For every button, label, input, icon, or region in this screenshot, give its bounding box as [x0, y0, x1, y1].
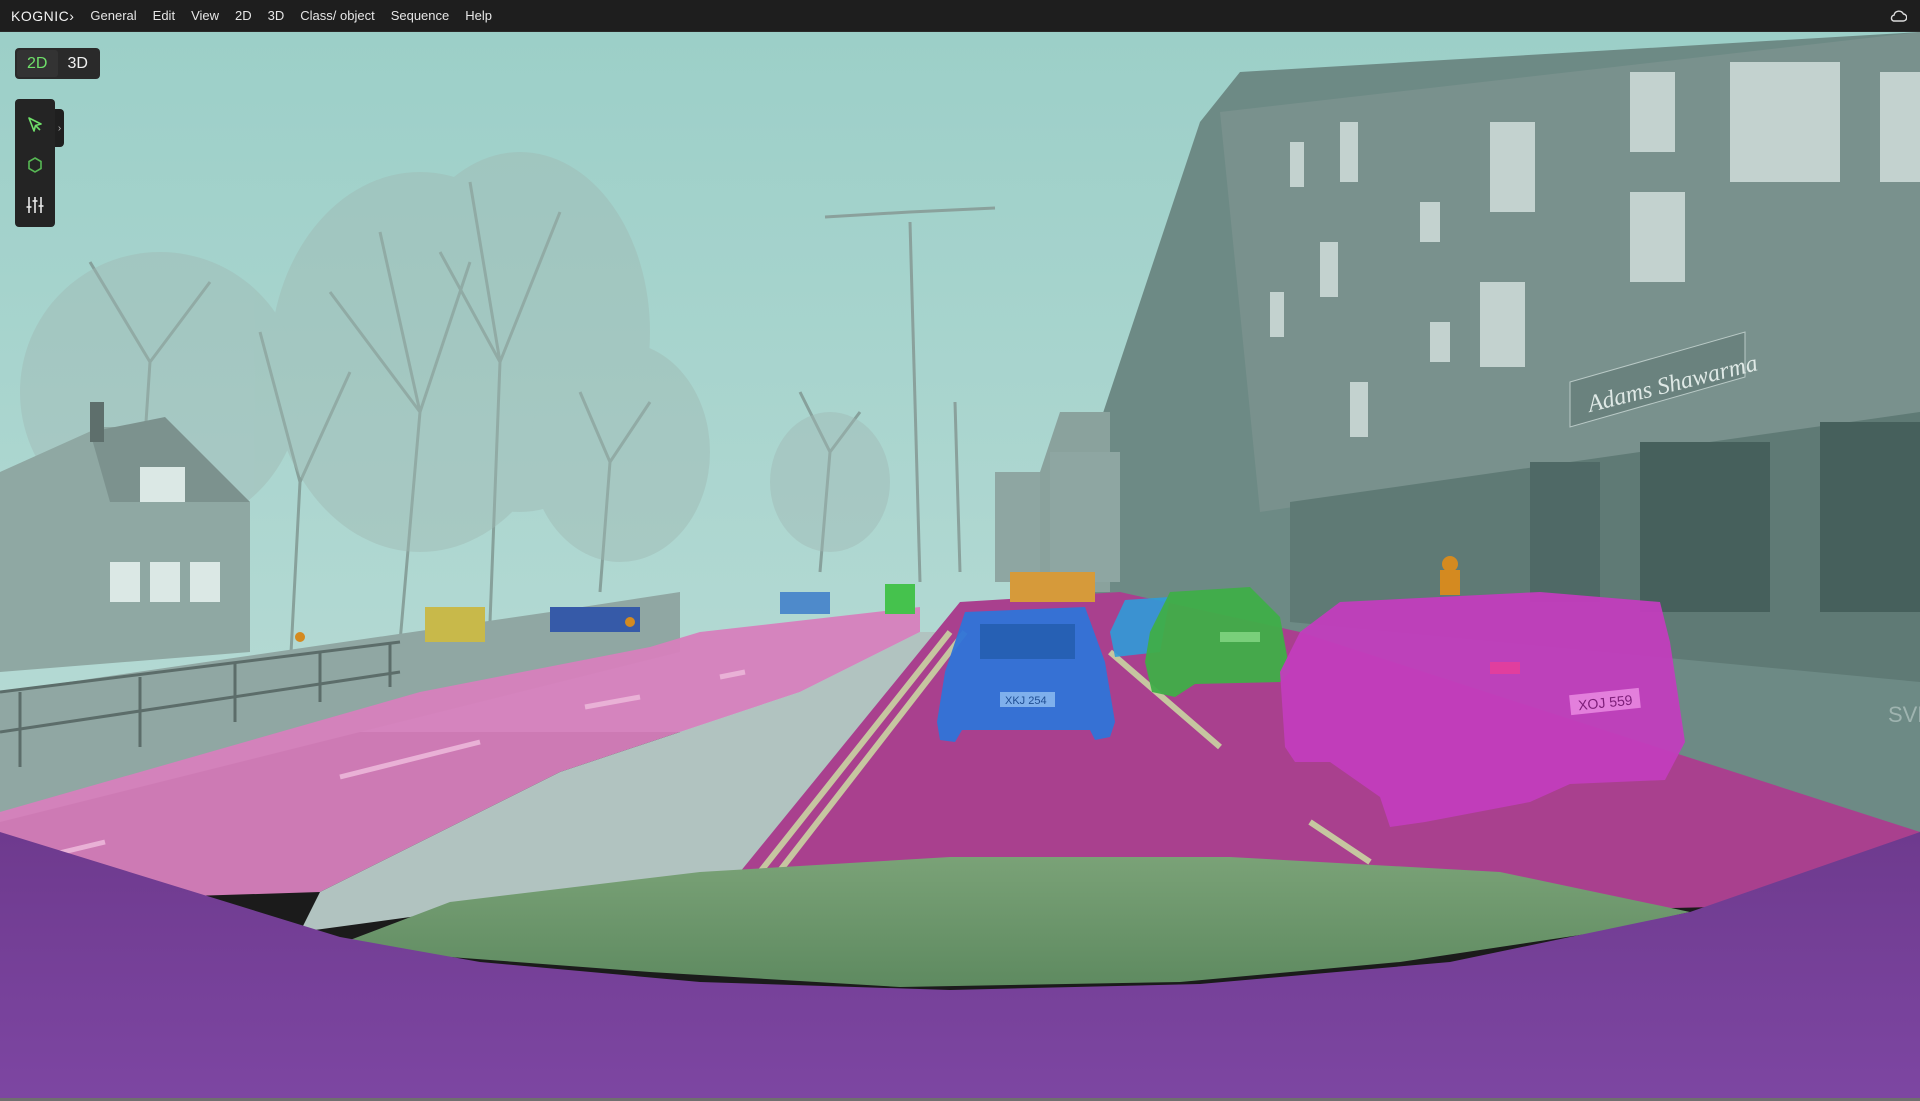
menu-edit[interactable]: Edit [153, 8, 175, 23]
image-viewport[interactable]: Adams Shawarma SVE [0, 32, 1920, 1098]
adjust-tool[interactable] [15, 185, 55, 225]
menu-sequence[interactable]: Sequence [391, 8, 450, 23]
menu-help[interactable]: Help [465, 8, 492, 23]
segmentation-image[interactable]: Adams Shawarma SVE [0, 32, 1920, 1098]
select-tool[interactable] [15, 105, 55, 145]
cloud-icon[interactable] [1889, 9, 1907, 22]
logo-text: KOGNIC [11, 7, 70, 24]
wall-text: SVE [1888, 702, 1920, 727]
polygon-tool[interactable] [15, 145, 55, 185]
chevron-right-icon: › [57, 122, 62, 134]
tool-palette [15, 99, 55, 227]
menu-class-object[interactable]: Class/ object [300, 8, 374, 23]
menu-3d[interactable]: 3D [268, 8, 285, 23]
bus-orange [1010, 572, 1095, 602]
car-green-far [885, 584, 915, 614]
menu-bar: KOGNIC› General Edit View 2D 3D Class/ o… [0, 0, 1920, 32]
view-mode-toggle: 2D 3D [15, 48, 100, 79]
plate-blue: XKJ 254 [1005, 695, 1047, 707]
palette-expand-tab[interactable]: › [55, 109, 64, 147]
menu-2d[interactable]: 2D [235, 8, 252, 23]
hexagon-icon [28, 157, 42, 173]
mode-2d-button[interactable]: 2D [17, 50, 58, 77]
menu-view[interactable]: View [191, 8, 219, 23]
menu-general[interactable]: General [90, 8, 136, 23]
car-blue-front[interactable]: XKJ 254 [937, 607, 1115, 742]
sliders-icon [26, 197, 44, 213]
vehicle-yellow-left [425, 607, 485, 642]
kognic-logo: KOGNIC› [11, 7, 75, 24]
mode-3d-button[interactable]: 3D [58, 50, 99, 77]
cursor-arrow-icon [28, 117, 42, 132]
